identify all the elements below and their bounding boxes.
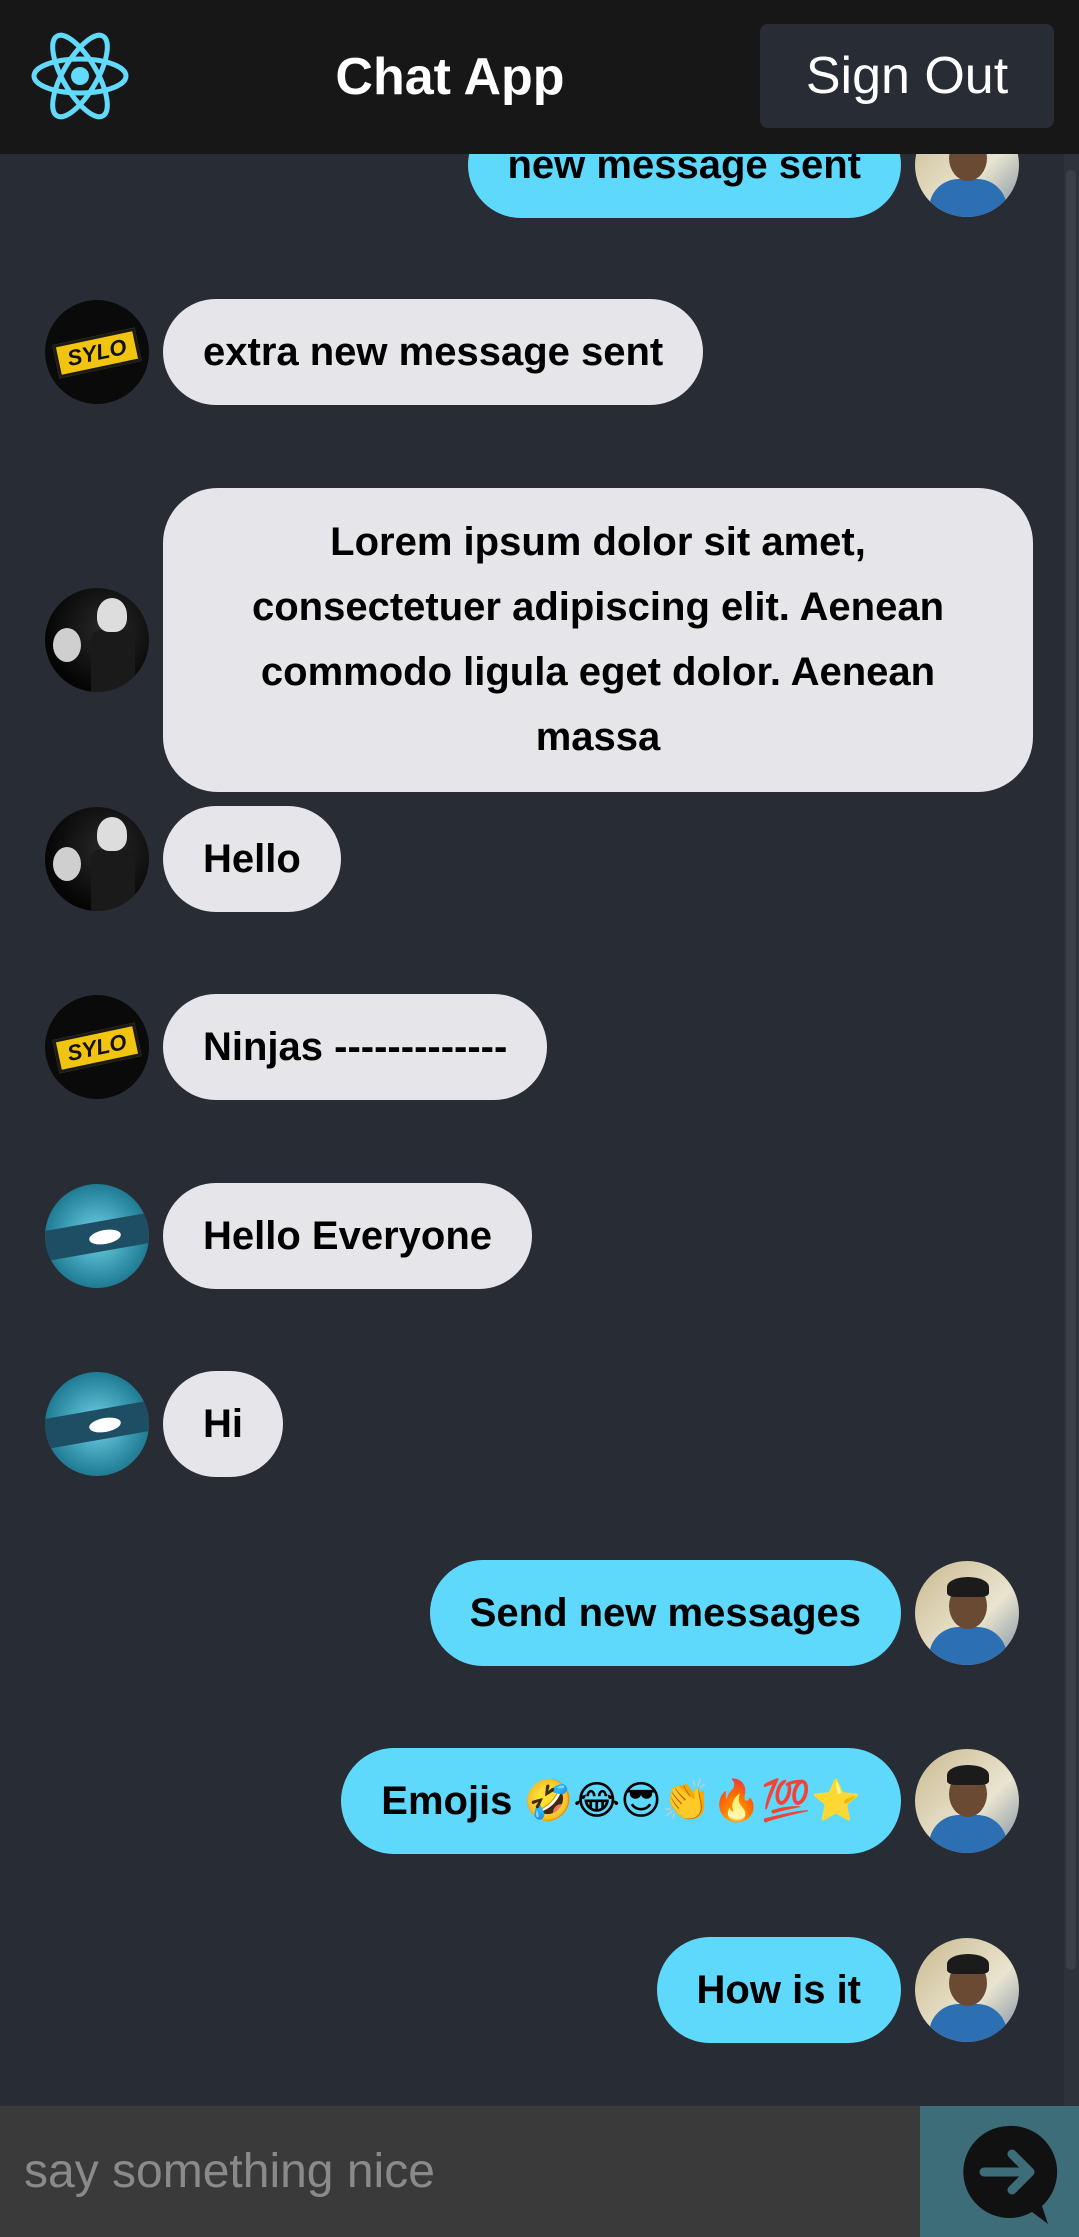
avatar [915, 1938, 1019, 2042]
avatar [45, 1372, 149, 1476]
avatar: SYLO [45, 300, 149, 404]
message-bubble: Ninjas ------------- [163, 994, 548, 1100]
avatar [45, 807, 149, 911]
message-item: SYLO extra new message sent [45, 299, 704, 405]
message-composer [0, 2106, 1079, 2237]
avatar [45, 1184, 149, 1288]
avatar: SYLO [45, 995, 149, 1099]
message-item: Lorem ipsum dolor sit amet, consectetuer… [45, 488, 1033, 792]
message-bubble: How is it [656, 1937, 901, 2043]
chat-app: new message sent SYLO extra new message … [0, 0, 1079, 2237]
message-item: How is it [656, 1937, 1019, 2043]
arrow-right-circle-icon [963, 2125, 1058, 2224]
message-item: Send new messages [429, 1560, 1019, 1666]
message-item: SYLO Ninjas ------------- [45, 994, 548, 1100]
message-list[interactable]: new message sent SYLO extra new message … [0, 0, 1064, 2106]
app-header: Chat App Sign Out [0, 0, 1079, 154]
message-bubble: extra new message sent [163, 299, 704, 405]
message-input[interactable] [0, 2106, 920, 2237]
message-item: Hi [45, 1371, 283, 1477]
message-item: Hello [45, 806, 341, 912]
send-button[interactable] [920, 2106, 1079, 2237]
message-bubble: Emojis 🤣😂😎👏🔥💯⭐ [341, 1748, 901, 1854]
sign-out-button[interactable]: Sign Out [760, 24, 1054, 128]
message-item: Emojis 🤣😂😎👏🔥💯⭐ [341, 1748, 1019, 1854]
message-bubble: Hi [163, 1371, 283, 1477]
message-item: Hello Everyone [45, 1183, 533, 1289]
avatar [45, 588, 149, 692]
message-bubble: Hello Everyone [163, 1183, 533, 1289]
message-bubble: Hello [163, 806, 341, 912]
avatar [915, 1561, 1019, 1665]
scrollbar-thumb[interactable] [1066, 170, 1076, 1970]
avatar [915, 1749, 1019, 1853]
message-bubble: Lorem ipsum dolor sit amet, consectetuer… [163, 488, 1033, 792]
message-bubble: Send new messages [429, 1560, 901, 1666]
